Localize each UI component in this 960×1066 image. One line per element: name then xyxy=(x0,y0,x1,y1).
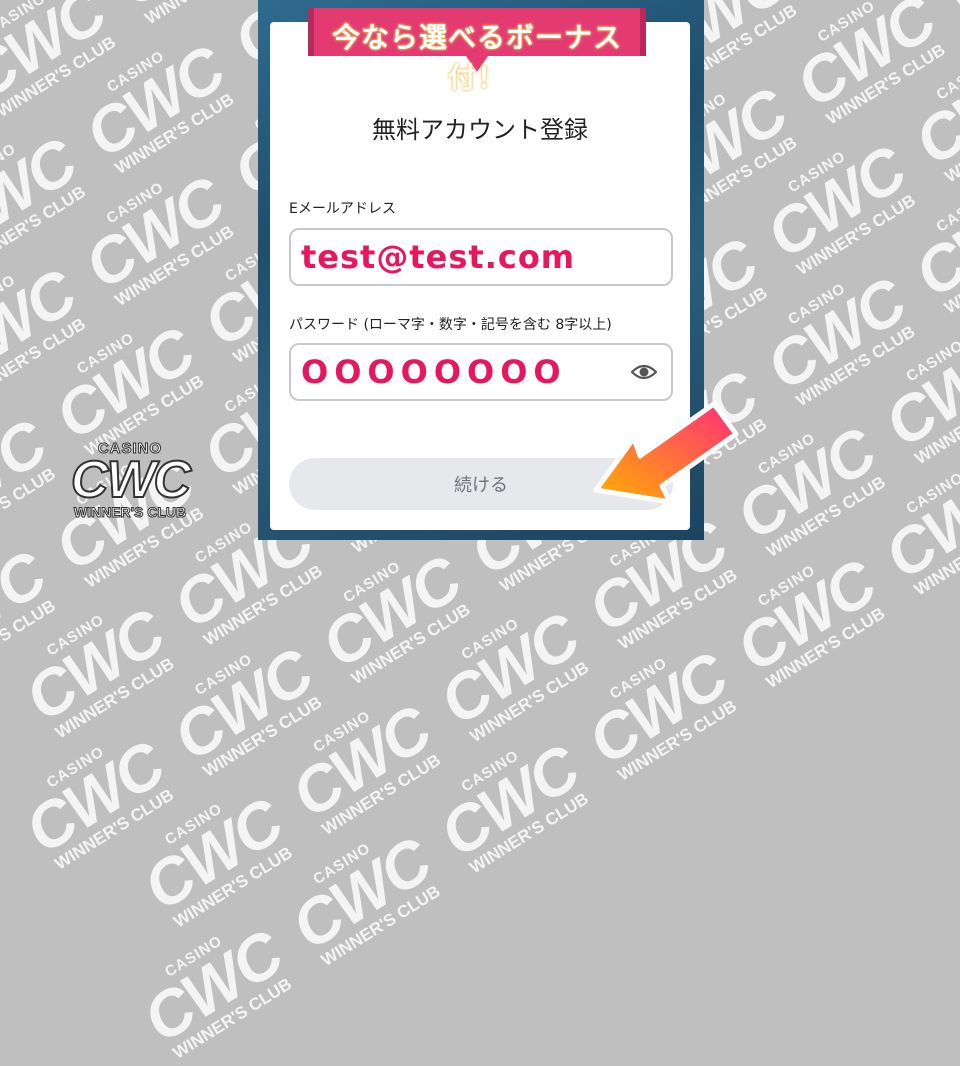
watermark-tile: CASINOCWCWINNER'S CLUB xyxy=(872,321,960,468)
watermark-tile: CASINOCWCWINNER'S CLUB xyxy=(0,256,89,403)
watermark-tile: CASINOCWCWINNER'S CLUB xyxy=(0,406,60,553)
watermark-tile: CASINOCWCWINNER'S CLUB xyxy=(279,824,444,971)
email-label: Eメールアドレス xyxy=(289,201,396,217)
page-title: 無料アカウント登録 xyxy=(372,116,588,144)
email-field[interactable]: test@test.com xyxy=(289,228,673,286)
watermark-tile: CASINOCWCWINNER'S CLUB xyxy=(73,32,238,179)
ribbon-text: 今なら選べるボーナス付！ xyxy=(331,21,622,94)
watermark-tile: CASINOCWCWINNER'S CLUB xyxy=(575,639,741,785)
watermark-tile: CASINOCWCWINNER'S CLUB xyxy=(131,916,296,1063)
watermark-tile: CASINOCWCWINNER'S CLUB xyxy=(754,264,919,411)
watermark-tile: CASINOCWCWINNER'S CLUB xyxy=(131,785,296,932)
watermark-tile: CASINOCWCWINNER'S CLUB xyxy=(43,314,208,460)
watermark-tile: CASINOCWCWINNER'S CLUB xyxy=(0,0,119,121)
watermark-tile: CASINOCWCWINNER'S CLUB xyxy=(279,692,444,839)
logo-cwc: CWC xyxy=(70,451,192,509)
watermark-tile: CASINOCWCWINNER'S CLUB xyxy=(427,599,593,746)
cwc-logo: CASINO CWC WINNER'S CLUB xyxy=(60,440,200,521)
watermark-tile: CASINOCWCWINNER'S CLUB xyxy=(161,635,326,781)
watermark-tile: CASINOCWCWINNER'S CLUB xyxy=(0,538,59,685)
password-field[interactable]: OOOOOOOO xyxy=(289,343,673,401)
watermark-tile: CASINOCWCWINNER'S CLUB xyxy=(13,595,178,742)
pointer-arrow-icon xyxy=(593,401,739,505)
watermark-tile: CASINOCWCWINNER'S CLUB xyxy=(784,0,949,129)
watermark-tile: CASINOCWCWINNER'S CLUB xyxy=(929,0,960,38)
watermark-tile: CASINOCWCWINNER'S CLUB xyxy=(0,124,90,271)
watermark-tile: CASINOCWCWINNER'S CLUB xyxy=(872,453,960,600)
watermark-tile: CASINOCWCWINNER'S CLUB xyxy=(902,171,960,318)
watermark-tile: CASINOCWCWINNER'S CLUB xyxy=(309,542,474,689)
watermark-tile: CASINOCWCWINNER'S CLUB xyxy=(72,163,238,310)
watermark-tile: CASINOCWCWINNER'S CLUB xyxy=(427,731,592,878)
eye-icon[interactable] xyxy=(631,362,657,382)
password-value: OOOOOOOO xyxy=(301,353,567,391)
watermark-tile: CASINOCWCWINNER'S CLUB xyxy=(12,727,178,874)
watermark-tile: CASINOCWCWINNER'S CLUB xyxy=(99,0,271,30)
logo-winners: WINNER'S CLUB xyxy=(73,503,187,520)
watermark-tile: CASINOCWCWINNER'S CLUB xyxy=(724,546,889,693)
bonus-ribbon: 今なら選べるボーナス付！ xyxy=(308,8,646,94)
email-value: test@test.com xyxy=(301,238,576,276)
password-label: パスワード (ローマ字・数字・記号を含む 8字以上) xyxy=(289,317,612,333)
watermark-tile: CASINOCWCWINNER'S CLUB xyxy=(754,132,919,279)
watermark-tile: CASINOCWCWINNER'S CLUB xyxy=(902,40,960,186)
